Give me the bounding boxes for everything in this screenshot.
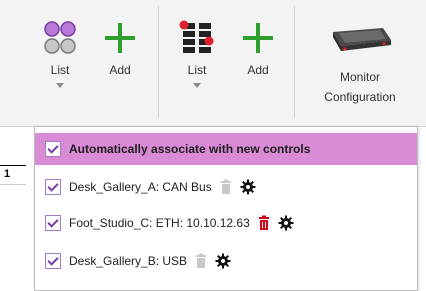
controls-list-icon bbox=[44, 21, 76, 54]
association-dropdown: Automatically associate with new control… bbox=[34, 126, 418, 291]
trash-icon[interactable] bbox=[256, 215, 272, 231]
device-checkbox[interactable] bbox=[45, 253, 61, 269]
plus-icon bbox=[243, 23, 273, 53]
ribbon: List Add List Add Monitor Configuration bbox=[0, 0, 426, 127]
monitor-label-line2: Configuration bbox=[324, 90, 396, 104]
device-item[interactable]: Foot_Studio_C: ETH: 10.10.12.63 bbox=[35, 207, 417, 239]
row-number-strip: 1 bbox=[0, 165, 26, 185]
list-label: List bbox=[50, 63, 70, 77]
device-label: Desk_Gallery_B: USB bbox=[69, 254, 188, 268]
device-item[interactable]: Desk_Gallery_B: USB bbox=[35, 245, 417, 277]
monitor-configuration-button[interactable]: Monitor Configuration bbox=[302, 18, 418, 107]
monitor-label: Monitor Configuration bbox=[302, 67, 418, 107]
device-item[interactable]: Desk_Gallery_A: CAN Bus bbox=[35, 171, 417, 203]
add-label: Add bbox=[109, 63, 131, 77]
trash-icon[interactable] bbox=[193, 253, 209, 269]
row-number: 1 bbox=[4, 168, 11, 180]
device-label: Foot_Studio_C: ETH: 10.10.12.63 bbox=[69, 216, 250, 230]
ribbon-separator bbox=[158, 6, 159, 118]
monitor-device-icon bbox=[333, 28, 391, 51]
auto-associate-label: Automatically associate with new control… bbox=[69, 142, 311, 156]
add-control-button[interactable]: Add bbox=[98, 20, 142, 77]
device-checkbox[interactable] bbox=[45, 179, 61, 195]
monitor-label-line1: Monitor bbox=[339, 70, 380, 84]
list-devices-button[interactable]: List bbox=[175, 20, 219, 88]
gear-icon[interactable] bbox=[215, 253, 231, 269]
plus-icon bbox=[105, 23, 135, 53]
list-controls-button[interactable]: List bbox=[38, 20, 82, 88]
chevron-down-icon[interactable] bbox=[193, 83, 201, 88]
devices-list-icon bbox=[179, 20, 214, 53]
list-label: List bbox=[187, 63, 207, 77]
gear-icon[interactable] bbox=[240, 179, 256, 195]
auto-associate-option[interactable]: Automatically associate with new control… bbox=[35, 133, 417, 165]
chevron-down-icon[interactable] bbox=[56, 83, 64, 88]
add-device-button[interactable]: Add bbox=[236, 20, 280, 77]
gear-icon[interactable] bbox=[278, 215, 294, 231]
device-checkbox[interactable] bbox=[45, 215, 61, 231]
device-label: Desk_Gallery_A: CAN Bus bbox=[69, 180, 212, 194]
add-label: Add bbox=[247, 63, 269, 77]
auto-associate-checkbox[interactable] bbox=[45, 141, 61, 157]
trash-icon[interactable] bbox=[218, 179, 234, 195]
ribbon-separator bbox=[294, 6, 295, 118]
